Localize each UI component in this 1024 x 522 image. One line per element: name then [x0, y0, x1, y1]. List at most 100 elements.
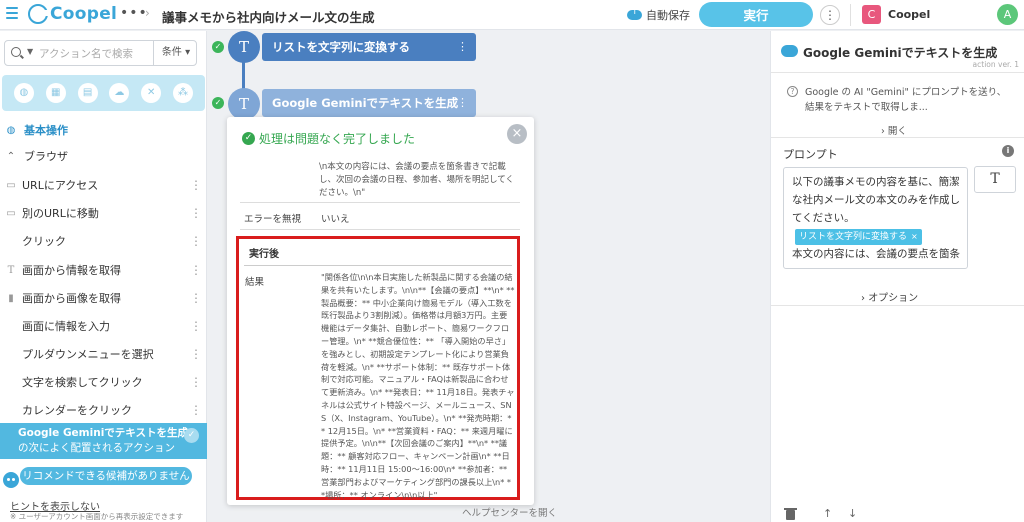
chevron-right-icon: › [145, 6, 150, 20]
cloud-icon [781, 45, 798, 57]
variable-chip[interactable]: リストを文字列に変換する × [795, 229, 922, 245]
logo[interactable]: Coopel [28, 3, 117, 25]
section-basic-operations[interactable]: ◍ 基本操作 [0, 117, 207, 143]
more-icon[interactable]: ⋮ [189, 347, 203, 361]
insert-text-button[interactable]: T [974, 166, 1016, 193]
check-icon[interactable]: ✓ [184, 428, 199, 443]
sidebar-item-label: プルダウンメニューを選択 [22, 348, 154, 361]
expand-description-button[interactable]: › 開く [881, 123, 907, 137]
document-icon[interactable]: ▤ [77, 83, 98, 103]
panel-footer: ↑ ↓ [771, 504, 1024, 522]
network-icon[interactable]: ⁂ [173, 83, 194, 103]
sidebar-item-click[interactable]: クリック ⋮ [0, 228, 207, 254]
arrow-down-icon[interactable]: ↓ [848, 507, 857, 520]
sidebar-item-label: URLにアクセス [22, 179, 99, 192]
remove-chip-icon[interactable]: × [911, 232, 918, 241]
panel-header: Google Geminiでテキストを生成 action ver. 1 [771, 31, 1024, 73]
flow-node-list-to-string[interactable]: リストを文字列に変換する ⋮ [262, 33, 476, 61]
text-node-icon[interactable]: T [228, 31, 260, 63]
category-bar: ◍ ▦ ▤ ☁ ✕ ⁂ [2, 75, 205, 111]
action-settings-panel: Google Geminiでテキストを生成 action ver. 1 ? Go… [770, 31, 1024, 522]
flow-node-gemini[interactable]: Google Geminiでテキストを生成 ⋮ [262, 89, 476, 117]
caret-down-icon[interactable]: ▼ [27, 47, 33, 56]
success-check-icon: ✓ [212, 97, 224, 109]
recommend-empty-message: リコメンドできる候補がありません [20, 467, 192, 485]
node-more-icon[interactable]: ⋮ [457, 33, 468, 61]
more-menu-icon[interactable]: ••• [120, 5, 148, 21]
options-toggle[interactable]: › オプション [861, 289, 918, 304]
chip-label: リストを文字列に変換する [799, 232, 908, 242]
condition-dropdown[interactable]: 条件 ▾ [153, 41, 198, 65]
run-button[interactable]: 実行 [699, 2, 813, 27]
workspace-name[interactable]: Coopel [888, 8, 930, 21]
sidebar-item-label: 画面に情報を入力 [22, 320, 110, 333]
window-icon: ▭ [6, 179, 16, 191]
sidebar-item-label: クリック [22, 235, 66, 248]
more-icon[interactable]: ⋮ [189, 291, 203, 305]
assistant-bot-icon [3, 472, 19, 488]
page-title[interactable]: 議事メモから社内向けメール文の生成 [162, 7, 375, 26]
search-icon[interactable] [11, 47, 21, 57]
close-icon[interactable]: × [507, 124, 527, 144]
autosave-toggle[interactable]: 自動保存 [627, 7, 690, 23]
prompt-editor[interactable]: 以下の議事メモの内容を基に、簡潔な社内メール文の本文のみを作成してください。 リ… [783, 167, 968, 269]
divider [771, 305, 1024, 306]
more-options-icon[interactable]: ⋮ [820, 5, 840, 25]
status-message: ✓ 処理は問題なく完了しました [242, 130, 415, 147]
workspace-avatar[interactable]: C [862, 5, 881, 24]
options-label: オプション [868, 293, 919, 304]
popup-content[interactable]: \n本文の内容には、会議の要点を箇条書きで記載し、次回の会議の日程、参加者、場所… [232, 157, 524, 502]
previous-value-text: \n本文の内容には、会議の要点を箇条書きで記載し、次回の会議の日程、参加者、場所… [319, 162, 514, 198]
condition-label: 条件 [161, 47, 182, 58]
recommend-subtitle: の次によく配置されるアクション [18, 442, 175, 454]
result-value: "関係各位\n\n本日実施した新製品に関する会議の結果を共有いたします。\n\n… [321, 272, 515, 500]
recommend-panel: Google Geminiでテキストを生成 の次によく配置されるアクション ✓ [0, 423, 207, 459]
section-label: 基本操作 [24, 124, 68, 137]
sidebar-item-access-url[interactable]: ▭ URLにアクセス ⋮ [0, 172, 207, 198]
cloud-icon[interactable]: ☁ [109, 83, 130, 103]
success-check-icon: ✓ [212, 41, 224, 53]
divider [240, 229, 520, 230]
user-avatar[interactable]: A [997, 4, 1018, 25]
more-icon[interactable]: ⋮ [189, 375, 203, 389]
node-label: Google Geminiでテキストを生成 [272, 96, 459, 110]
sidebar-item-get-image[interactable]: ▮ 画面から画像を取得 ⋮ [0, 285, 207, 311]
more-icon[interactable]: ⋮ [189, 319, 203, 333]
prompt-text: 本文の内容には、会議の要点を箇条 [792, 248, 960, 260]
more-icon[interactable]: ⋮ [189, 234, 203, 248]
sidebar-item-search-click[interactable]: 文字を検索してクリック ⋮ [0, 369, 207, 395]
text-icon: T [7, 264, 15, 276]
text-node-icon[interactable]: T [228, 88, 260, 120]
sidebar-item-label: 文字を検索してクリック [22, 376, 143, 389]
more-icon[interactable]: ⋮ [189, 263, 203, 277]
search-input[interactable] [39, 45, 149, 62]
more-icon[interactable]: ⋮ [189, 206, 203, 220]
hamburger-menu-icon[interactable] [6, 7, 18, 19]
help-center-link[interactable]: ヘルプセンターを開く [462, 505, 557, 519]
sidebar-item-calendar-click[interactable]: カレンダーをクリック ⋮ [0, 397, 207, 423]
section-label: ブラウザ [24, 150, 68, 163]
more-icon[interactable]: ⋮ [189, 178, 203, 192]
divider [850, 4, 851, 26]
top-bar: Coopel ••• › 議事メモから社内向けメール文の生成 自動保存 実行 ⋮… [0, 0, 1024, 30]
sidebar-item-get-info[interactable]: T 画面から情報を取得 ⋮ [0, 257, 207, 283]
divider [771, 137, 1024, 138]
after-execution-title: 実行後 [249, 249, 279, 260]
globe-icon[interactable]: ◍ [13, 83, 34, 103]
cloud-upload-icon [627, 7, 642, 20]
node-more-icon[interactable]: ⋮ [457, 89, 468, 117]
ignore-error-label: エラーを無視 [244, 214, 302, 225]
tools-icon[interactable]: ✕ [141, 83, 162, 103]
trash-icon[interactable] [784, 508, 797, 520]
autosave-label: 自動保存 [646, 9, 690, 22]
spreadsheet-icon[interactable]: ▦ [45, 83, 66, 103]
sidebar-item-input-info[interactable]: 画面に情報を入力 ⋮ [0, 313, 207, 339]
help-icon: ? [787, 86, 798, 97]
sidebar-item-label: 別のURLに移動 [22, 207, 99, 220]
sidebar-item-select-dropdown[interactable]: プルダウンメニューを選択 ⋮ [0, 341, 207, 367]
arrow-up-icon[interactable]: ↑ [823, 507, 832, 520]
info-icon[interactable]: i [1002, 145, 1014, 157]
more-icon[interactable]: ⋮ [189, 403, 203, 417]
section-browser[interactable]: ⌃ ブラウザ [0, 143, 207, 169]
sidebar-item-move-url[interactable]: ▭ 別のURLに移動 ⋮ [0, 200, 207, 226]
